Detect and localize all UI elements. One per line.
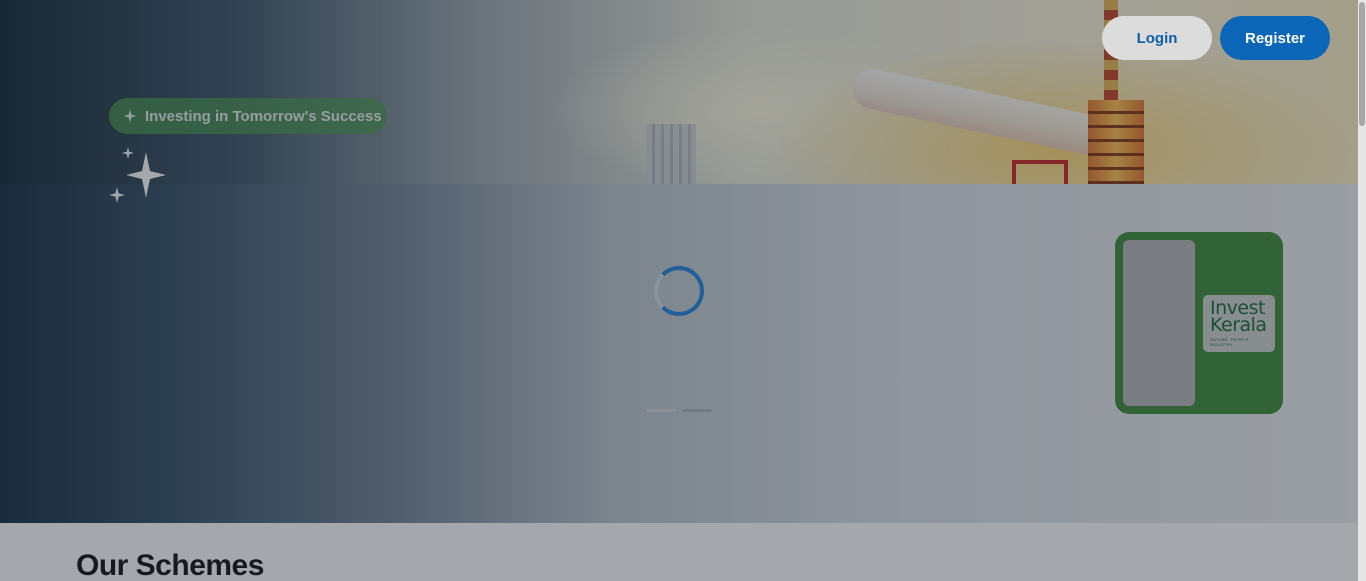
schemes-title: Our Schemes bbox=[76, 549, 264, 581]
tagline-text: Investing in Tomorrow's Success bbox=[145, 107, 382, 125]
loading-spinner bbox=[654, 266, 704, 316]
register-button[interactable]: Register bbox=[1220, 16, 1330, 60]
silo-shape bbox=[646, 124, 696, 184]
scrollbar[interactable] bbox=[1358, 0, 1366, 581]
sparkle-icon bbox=[123, 109, 137, 123]
scrollbar-thumb[interactable] bbox=[1359, 2, 1365, 126]
carousel-dot-2[interactable] bbox=[682, 409, 712, 412]
logo-tagline: NATURE. PEOPLE. INDUSTRY. bbox=[1210, 337, 1250, 347]
logo-line-2: Kerala bbox=[1210, 314, 1267, 336]
brand-card[interactable]: Invest Kerala NATURE. PEOPLE. INDUSTRY. bbox=[1115, 232, 1283, 414]
sparkles-icon bbox=[109, 147, 166, 203]
login-button[interactable]: Login bbox=[1102, 16, 1212, 60]
tagline-pill: Investing in Tomorrow's Success bbox=[109, 98, 387, 134]
valve-shape bbox=[1012, 160, 1068, 184]
page: Investing in Tomorrow's Success Invest K… bbox=[0, 0, 1358, 581]
hero-section: Investing in Tomorrow's Success Invest K… bbox=[0, 0, 1358, 523]
carousel-dot-1[interactable] bbox=[646, 409, 676, 412]
brand-card-image-placeholder bbox=[1123, 240, 1195, 406]
tower-base-shape bbox=[1088, 100, 1144, 184]
invest-kerala-logo: Invest Kerala NATURE. PEOPLE. INDUSTRY. bbox=[1203, 295, 1275, 352]
